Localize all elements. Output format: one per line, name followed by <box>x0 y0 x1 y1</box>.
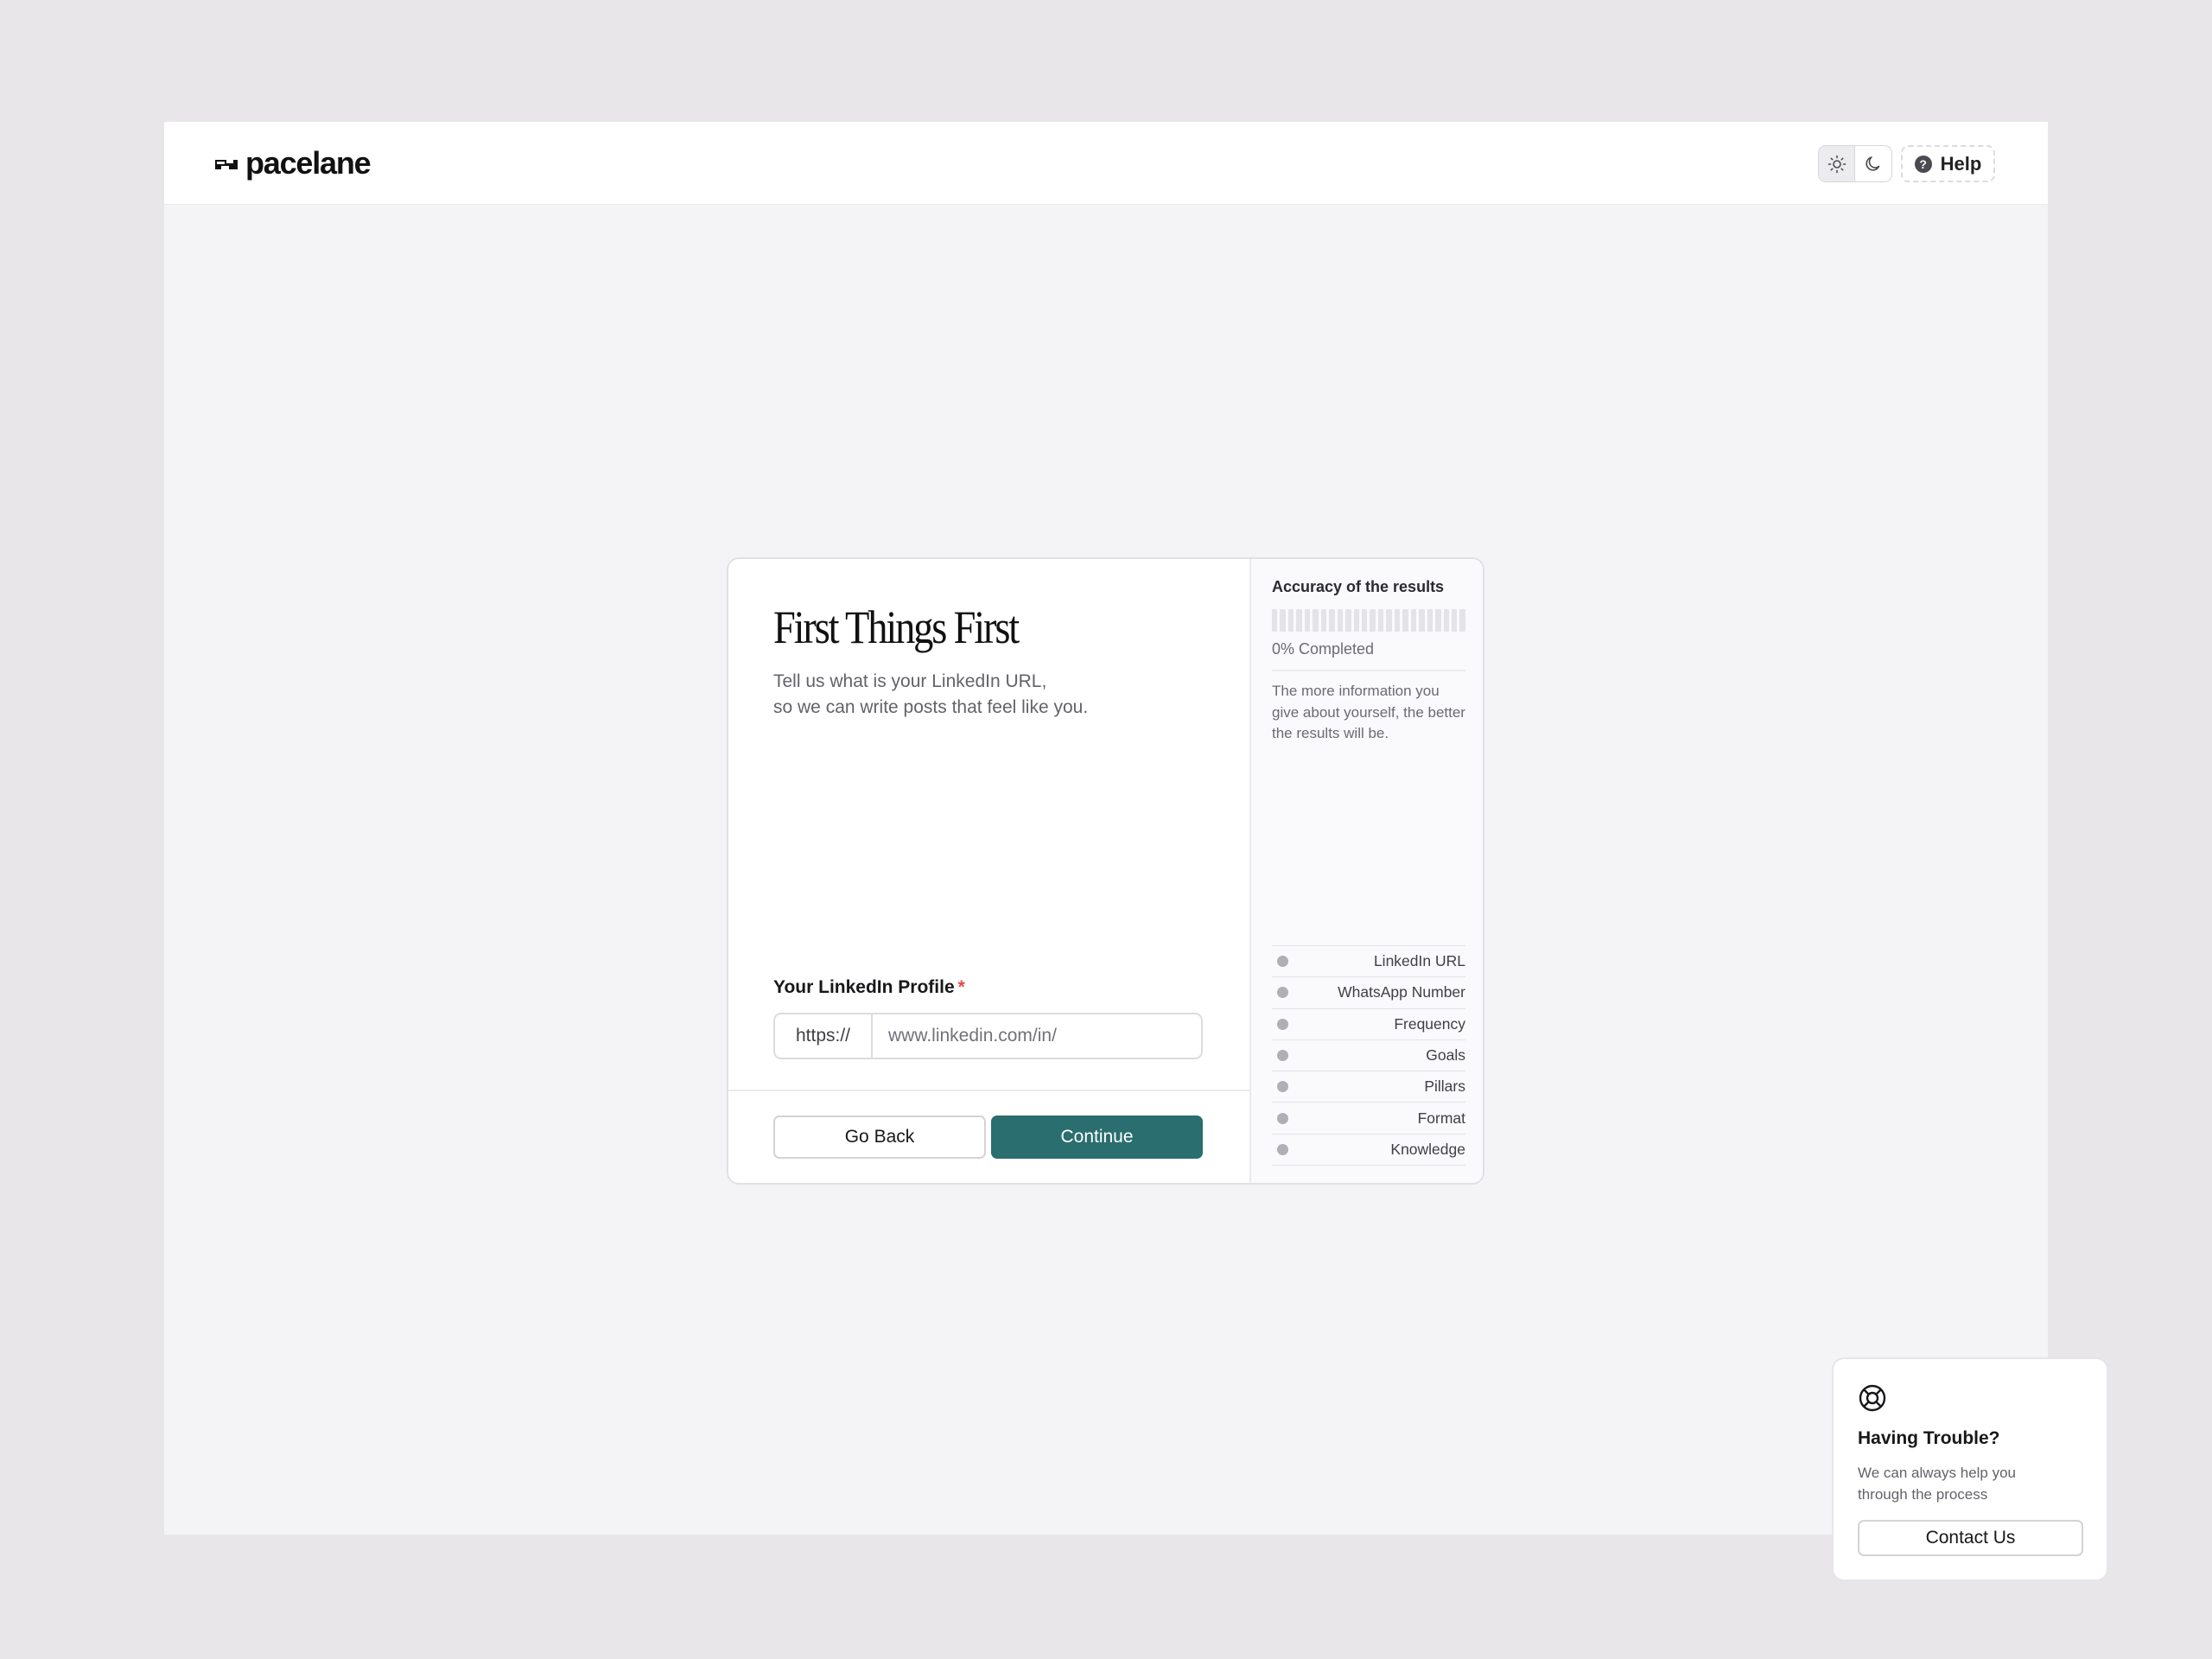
accuracy-description: The more information you give about your… <box>1272 683 1465 741</box>
form-panel: First Things First Tell us what is your … <box>728 559 1249 1183</box>
linkedin-field-label: Your LinkedIn Profile * <box>773 977 965 998</box>
step-status-dot <box>1277 1081 1288 1093</box>
go-back-button[interactable]: Go Back <box>773 1116 986 1159</box>
progress-segment <box>1370 609 1376 632</box>
step-label: Format <box>1417 1109 1465 1127</box>
help-card-title: Having Trouble? <box>1858 1428 2000 1448</box>
step-status-dot <box>1277 1018 1288 1030</box>
page-subtitle: Tell us what is your LinkedIn URL, so we… <box>773 669 1171 721</box>
contact-us-button[interactable]: Contact Us <box>1858 1520 2083 1556</box>
progress-segment <box>1394 609 1401 632</box>
dark-theme-button[interactable] <box>1855 146 1891 181</box>
divider <box>1272 670 1465 671</box>
page-title: First Things First <box>773 601 1020 653</box>
step-status-dot <box>1277 956 1288 968</box>
progress-segment <box>1377 609 1384 632</box>
step-item: Format <box>1272 1103 1465 1135</box>
pacelane-logo-icon <box>215 160 238 169</box>
progress-segment <box>1345 609 1351 632</box>
progress-segment <box>1427 609 1433 632</box>
progress-segment <box>1296 609 1302 632</box>
step-label: LinkedIn URL <box>1373 952 1465 970</box>
step-label: Goals <box>1426 1046 1465 1065</box>
step-label: Pillars <box>1424 1077 1465 1096</box>
accuracy-panel: Accuracy of the results 0% Completed The… <box>1249 559 1483 1183</box>
progress-segment <box>1337 609 1344 632</box>
progress-segment <box>1313 609 1319 632</box>
logo-text: pacelane <box>245 145 372 181</box>
moon-icon <box>1866 156 1880 171</box>
progress-segment <box>1443 609 1449 632</box>
progress-segment <box>1451 609 1458 632</box>
progress-segment <box>1287 609 1294 632</box>
progress-segment <box>1272 609 1278 632</box>
step-label: WhatsApp Number <box>1338 983 1465 1001</box>
step-item: Pillars <box>1272 1071 1465 1103</box>
progress-segment <box>1402 609 1408 632</box>
step-status-dot <box>1277 1143 1288 1155</box>
linkedin-field-label-text: Your LinkedIn Profile <box>773 977 955 997</box>
lifebuoy-icon <box>1859 1384 1886 1412</box>
progress-text: 0% Completed <box>1272 640 1375 658</box>
theme-toggle[interactable] <box>1818 145 1892 182</box>
help-card-description: We can always help you through the proce… <box>1858 1465 2017 1503</box>
step-item: Knowledge <box>1272 1135 1465 1166</box>
progress-segment <box>1410 609 1417 632</box>
onboarding-card: First Things First Tell us what is your … <box>727 557 1484 1185</box>
step-status-dot <box>1277 1112 1288 1124</box>
step-item: Goals <box>1272 1040 1465 1072</box>
light-theme-button[interactable] <box>1819 146 1856 181</box>
step-label: Frequency <box>1394 1014 1465 1033</box>
progress-segment <box>1361 609 1368 632</box>
form-footer: Go Back Continue <box>728 1090 1249 1183</box>
accuracy-progress-bar <box>1272 609 1465 632</box>
step-item: LinkedIn URL <box>1272 946 1465 978</box>
progress-segment <box>1329 609 1335 632</box>
url-prefix: https:// <box>775 1014 873 1058</box>
subtitle-line-2: so we can write posts that feel like you… <box>773 697 1089 717</box>
progress-segment <box>1459 609 1465 632</box>
help-card: Having Trouble? We can always help you t… <box>1832 1357 2108 1581</box>
continue-button[interactable]: Continue <box>991 1116 1203 1159</box>
step-status-dot <box>1277 1050 1288 1062</box>
step-label: Knowledge <box>1390 1140 1465 1158</box>
help-button[interactable]: ? Help <box>1901 145 1995 182</box>
step-item: WhatsApp Number <box>1272 977 1465 1009</box>
help-label: Help <box>1940 152 1982 175</box>
app-window: pacelane ? Help First Things First Tell … <box>164 122 2108 1581</box>
linkedin-url-input[interactable] <box>873 1014 1201 1058</box>
progress-segment <box>1435 609 1441 632</box>
progress-segment <box>1320 609 1327 632</box>
progress-segment <box>1419 609 1425 632</box>
progress-segment <box>1280 609 1286 632</box>
step-item: Frequency <box>1272 1009 1465 1040</box>
sun-icon <box>1827 155 1846 173</box>
progress-segment <box>1386 609 1392 632</box>
step-list: LinkedIn URL WhatsApp Number Frequency G… <box>1272 945 1465 1166</box>
step-status-dot <box>1277 987 1288 999</box>
logo[interactable]: pacelane <box>214 145 372 181</box>
progress-segment <box>1353 609 1359 632</box>
linkedin-url-input-group: https:// <box>773 1013 1203 1059</box>
progress-segment <box>1304 609 1311 632</box>
top-bar: pacelane ? Help <box>164 122 2048 205</box>
required-marker: * <box>957 977 965 997</box>
accuracy-title: Accuracy of the results <box>1272 578 1445 595</box>
question-circle-icon: ? <box>1914 155 1932 173</box>
subtitle-line-1: Tell us what is your LinkedIn URL, <box>773 671 1047 691</box>
